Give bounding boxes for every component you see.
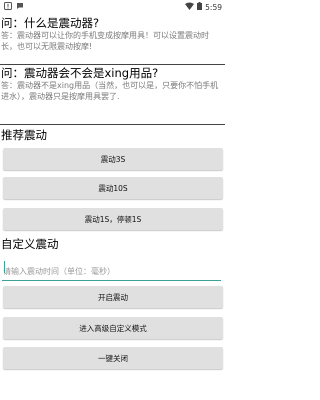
vibrate-3s-button[interactable]: 震动3S [3, 148, 223, 170]
faq-item: 问：震动器会不会是xing用品? 答：震动器不是xing用品（当然，也可以是，只… [0, 66, 225, 102]
vibration-time-field[interactable] [2, 259, 222, 281]
status-bar: 5:59 [0, 0, 225, 13]
faq-question: 问：震动器会不会是xing用品? [1, 66, 159, 80]
vibration-time-input[interactable] [2, 263, 221, 281]
divider [0, 64, 225, 65]
vibrate-1s-pause-1s-button[interactable]: 震动1S，停顿1S [3, 208, 223, 230]
faq-item: 问：什么是震动器? 答：震动器可以让你的手机变成按摩用具！可以设置震动时长，也可… [0, 16, 225, 52]
start-vibration-button[interactable]: 开启震动 [3, 286, 223, 308]
faq-answer: 答：震动器可以让你的手机变成按摩用具！可以设置震动时长，也可以无限震动按摩! [1, 31, 209, 51]
wifi-icon [185, 2, 195, 12]
status-time: 5:59 [205, 2, 222, 12]
divider [0, 124, 225, 125]
faq-question: 问：什么是震动器? [1, 16, 100, 30]
custom-title: 自定义震动 [1, 237, 59, 251]
advanced-mode-button[interactable]: 进入高级自定义模式 [3, 317, 223, 339]
faq-answer: 答：震动器不是xing用品（当然，也可以是，只要你不怕手机进水），震动器只是按摩… [1, 81, 219, 101]
text-caret [4, 261, 5, 273]
vibrate-10s-button[interactable]: 震动10S [3, 177, 223, 199]
battery-icon [197, 2, 203, 12]
chat-icon [16, 2, 24, 12]
recommend-title: 推荐震动 [1, 128, 47, 142]
stop-all-button[interactable]: 一键关闭 [3, 347, 223, 369]
alert-icon [4, 2, 12, 12]
